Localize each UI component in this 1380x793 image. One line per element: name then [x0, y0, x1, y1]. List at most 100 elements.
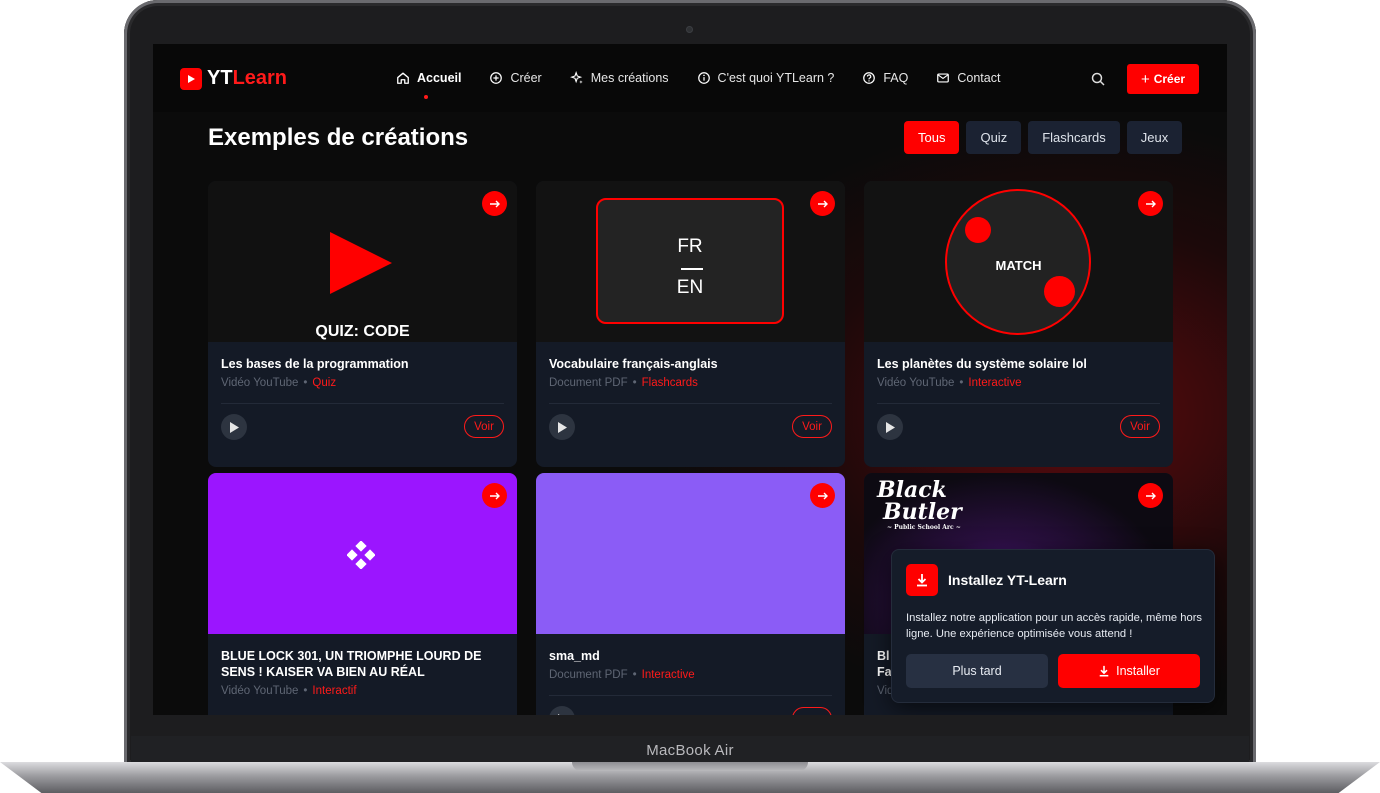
view-button[interactable]: Voir [1120, 415, 1160, 438]
filter-quiz[interactable]: Quiz [966, 121, 1022, 154]
creation-card[interactable]: QUIZ: CODE Les bases de la programmation… [208, 181, 517, 467]
play-button[interactable] [877, 414, 903, 440]
view-button[interactable]: Voir [464, 415, 504, 438]
view-button[interactable] [792, 707, 832, 715]
nav-label: C'est quoi YTLearn ? [717, 71, 835, 85]
creation-card[interactable]: BLUE LOCK 301, UN TRIOMPHE LOURD DE SENS… [208, 473, 517, 715]
search-icon[interactable] [1090, 71, 1106, 87]
play-button[interactable] [221, 414, 247, 440]
creation-card[interactable]: MATCH Les planètes du système solaire lo… [864, 181, 1173, 467]
creation-card[interactable]: FR EN Vocabulaire français-anglais Docum… [536, 181, 845, 467]
card-title: Les bases de la programmation [221, 357, 409, 371]
screen: YTLearn Accueil Créer Mes créations C'es… [153, 44, 1227, 715]
sparkles-icon [569, 71, 583, 84]
nav-label: Contact [957, 71, 1001, 85]
info-icon [697, 72, 710, 84]
open-arrow-button[interactable] [482, 483, 507, 508]
card-title: BLUE LOCK 301, UN TRIOMPHE LOURD DE SENS… [221, 649, 482, 679]
nav-item-contact[interactable]: Contact [936, 71, 1000, 85]
open-arrow-button[interactable] [1138, 191, 1163, 216]
card-title: sma_md [549, 649, 600, 663]
card-title: Vocabulaire français-anglais [549, 357, 718, 371]
open-arrow-button[interactable] [810, 191, 835, 216]
card-body: BLUE LOCK 301, UN TRIOMPHE LOURD DE SENS… [208, 634, 517, 715]
play-logo-icon [180, 67, 202, 90]
divider [549, 403, 832, 404]
nav-item-faq[interactable]: FAQ [862, 71, 908, 85]
divider [877, 403, 1160, 404]
nav-item-accueil[interactable]: Accueil [396, 71, 462, 99]
filter-tous[interactable]: Tous [904, 121, 960, 154]
laptop-chin: MacBook Air [131, 736, 1249, 764]
card-source: Vidéo YouTube [221, 685, 299, 697]
card-body: Les bases de la programmation Vidéo YouT… [208, 342, 517, 467]
card-body: Les planètes du système solaire lol Vidé… [864, 342, 1173, 467]
nav-label: Mes créations [590, 71, 669, 85]
logo-subtitle: ~ Public School Arc ~ [887, 524, 961, 531]
create-button[interactable]: + Créer [1127, 64, 1199, 94]
creation-card[interactable]: sma_md Document PDF • Interactive [536, 473, 845, 715]
flashcard-front-text: FR [677, 236, 703, 257]
play-triangle-icon [330, 232, 392, 294]
later-button[interactable]: Plus tard [906, 654, 1048, 688]
card-meta: Document PDF • Interactive [549, 669, 695, 681]
divider [221, 403, 504, 404]
thumbnail-logo: Black Butler ~ Public School Arc ~ [877, 479, 962, 532]
match-dot [965, 217, 991, 243]
open-arrow-button[interactable] [482, 191, 507, 216]
logo-suffix: Learn [232, 67, 288, 89]
filter-flashcards[interactable]: Flashcards [1028, 121, 1120, 154]
card-source: Document PDF [549, 377, 628, 389]
card-type: Interactive [968, 377, 1022, 389]
card-thumbnail [536, 473, 845, 634]
card-source: Vidéo YouTube [877, 377, 955, 389]
plus-icon: + [1140, 70, 1150, 88]
nav-label: Accueil [417, 71, 462, 85]
flashcard-divider [681, 268, 703, 270]
gamepad-icon [347, 541, 375, 569]
popup-text: Installez notre application pour un accè… [906, 612, 1203, 640]
logo-line: Black [877, 477, 947, 503]
card-body: sma_md Document PDF • Interactive [536, 634, 845, 715]
device-label: MacBook Air [646, 741, 734, 759]
card-thumbnail: QUIZ: CODE [208, 181, 517, 342]
nav-item-mes-creations[interactable]: Mes créations [569, 71, 669, 85]
logo-prefix: YT [207, 67, 233, 89]
popup-title: Installez YT-Learn [948, 572, 1067, 588]
card-meta: Vidéo YouTube • Quiz [221, 377, 337, 389]
card-source: Document PDF [549, 669, 628, 681]
camera [686, 26, 693, 33]
flashcard-back-text: EN [676, 277, 704, 298]
logo[interactable]: YTLearn [180, 67, 287, 90]
card-type: Flashcards [641, 377, 698, 389]
card-meta: Vidéo YouTube • Interactif [221, 685, 357, 697]
card-meta: Document PDF • Flashcards [549, 377, 698, 389]
nav-item-creer[interactable]: Créer [489, 71, 542, 85]
main-nav: Accueil Créer Mes créations C'est quoi Y… [396, 71, 1000, 99]
help-icon [863, 72, 876, 84]
nav-label: Créer [510, 71, 542, 85]
open-arrow-button[interactable] [810, 483, 835, 508]
play-button[interactable] [549, 414, 575, 440]
thumbnail-caption: MATCH [995, 258, 1042, 273]
card-meta: Vidéo YouTube • Interactive [877, 377, 1022, 389]
view-button[interactable]: Voir [792, 415, 832, 438]
play-button[interactable] [549, 706, 575, 715]
create-button-label: Créer [1153, 72, 1186, 86]
download-icon [1099, 665, 1109, 677]
nav-item-about[interactable]: C'est quoi YTLearn ? [697, 71, 835, 85]
thumbnail-caption: QUIZ: CODE [315, 323, 410, 340]
card-type: Interactive [641, 669, 695, 681]
divider [549, 695, 832, 696]
mail-icon [937, 73, 950, 83]
install-button[interactable]: Installer [1058, 654, 1200, 688]
card-source: Vidéo YouTube [221, 377, 299, 389]
open-arrow-button[interactable] [1138, 483, 1163, 508]
card-thumbnail: MATCH [864, 181, 1173, 342]
nav-label: FAQ [883, 71, 909, 85]
home-icon [397, 72, 409, 84]
card-type: Quiz [312, 377, 337, 389]
plus-circle-icon [490, 72, 503, 84]
filter-jeux[interactable]: Jeux [1126, 121, 1183, 154]
popup-header: Installez YT-Learn [906, 564, 1067, 596]
